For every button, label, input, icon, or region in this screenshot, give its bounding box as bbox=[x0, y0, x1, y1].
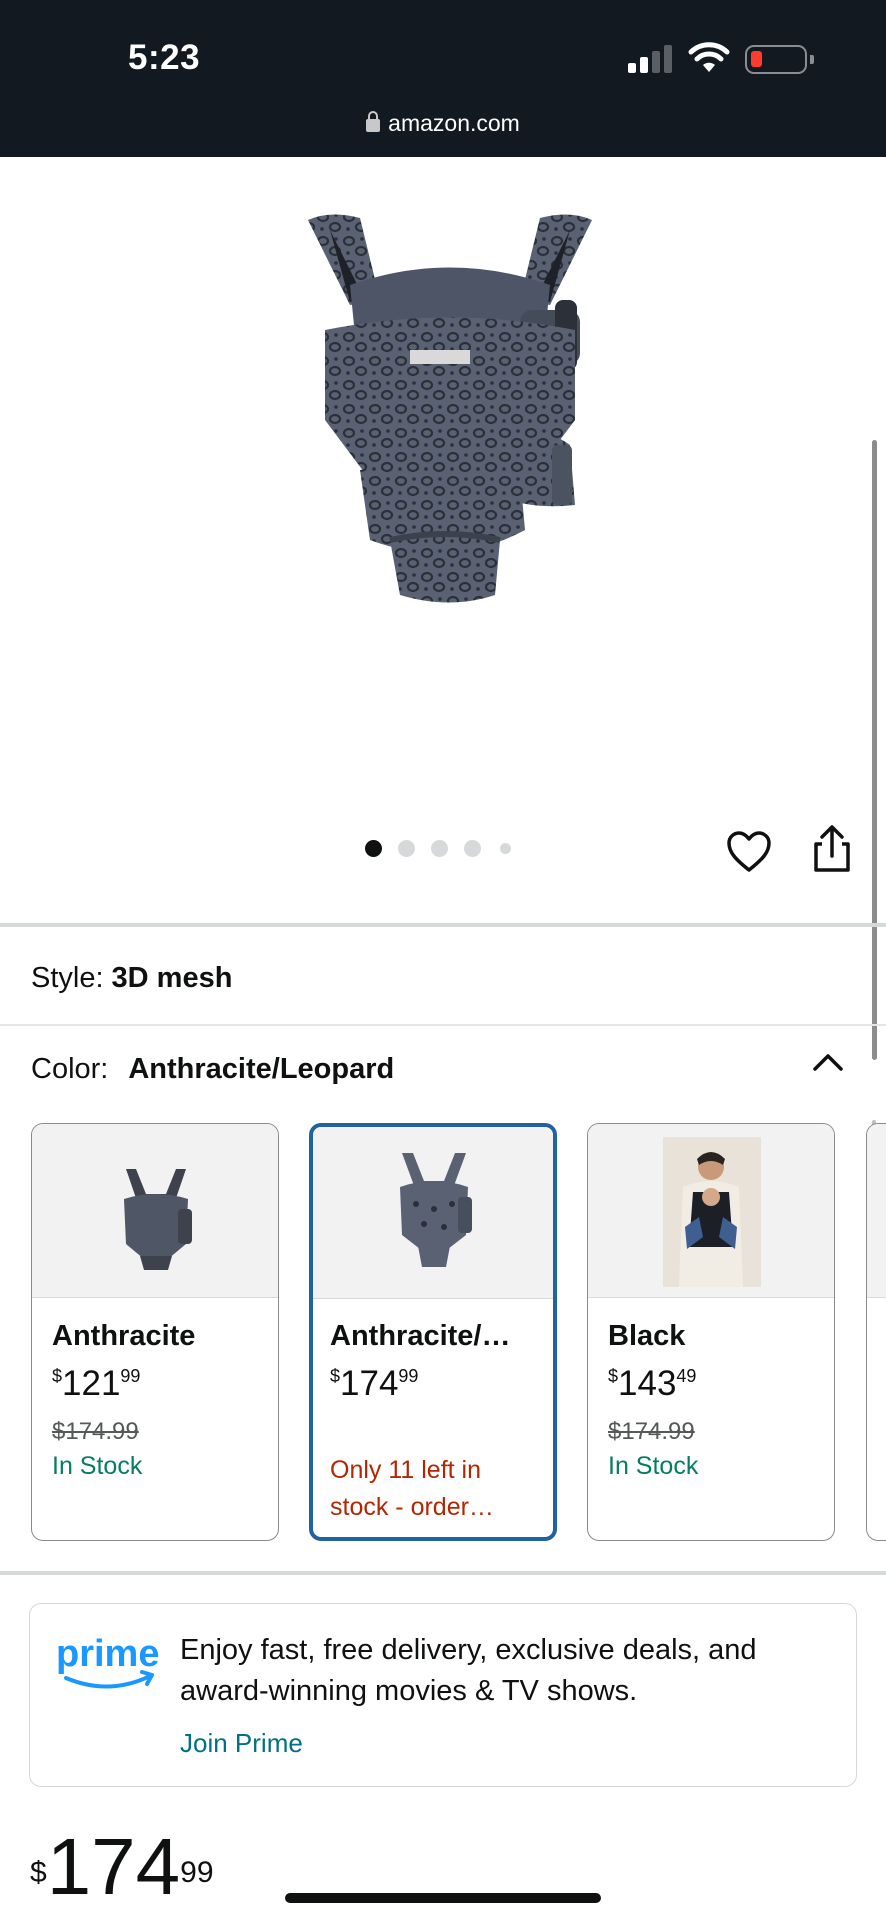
color-swatch-anthracite-leopard[interactable]: Anthracite/… $17499 Only 11 left in stoc… bbox=[309, 1123, 557, 1541]
swatch-availability: In Stock bbox=[52, 1452, 143, 1480]
swatch-image bbox=[32, 1124, 278, 1298]
swatch-availability: Only 11 left in stock - order… bbox=[330, 1456, 494, 1521]
swatch-name: Anthracite bbox=[52, 1320, 196, 1352]
chevron-up-icon[interactable] bbox=[812, 1050, 844, 1074]
carousel-dot[interactable] bbox=[431, 840, 448, 857]
swatch-name: Anthracite/… bbox=[330, 1320, 511, 1352]
carousel-dot[interactable] bbox=[398, 840, 415, 857]
swatch-price: $14349 bbox=[608, 1364, 697, 1403]
status-bar: 5:23 amazon.com bbox=[0, 0, 886, 157]
carousel-dot[interactable] bbox=[365, 840, 382, 857]
prime-logo: prime bbox=[56, 1633, 159, 1689]
style-row[interactable]: Style: 3D mesh bbox=[31, 962, 232, 995]
section-divider bbox=[0, 923, 886, 927]
swatch-image bbox=[313, 1127, 553, 1299]
row-divider bbox=[0, 1024, 886, 1026]
carousel-dot[interactable] bbox=[464, 840, 481, 857]
image-carousel-dots[interactable] bbox=[365, 840, 525, 860]
share-icon[interactable] bbox=[808, 824, 856, 874]
status-time: 5:23 bbox=[128, 38, 201, 77]
section-divider bbox=[0, 1571, 886, 1575]
product-image[interactable] bbox=[290, 210, 610, 730]
carousel-dot[interactable] bbox=[500, 843, 511, 854]
home-indicator[interactable] bbox=[285, 1893, 601, 1903]
prime-message: Enjoy fast, free delivery, exclusive dea… bbox=[180, 1634, 757, 1707]
swatch-list-price: $174.99 bbox=[608, 1418, 695, 1445]
prime-promo: prime Enjoy fast, free delivery, exclusi… bbox=[29, 1603, 857, 1787]
swatch-list-price: $174.99 bbox=[52, 1418, 139, 1445]
address-bar[interactable]: amazon.com bbox=[0, 110, 886, 137]
style-label: Style: bbox=[31, 962, 104, 994]
svg-text:prime: prime bbox=[56, 1633, 159, 1675]
scrollbar[interactable] bbox=[872, 440, 877, 1060]
battery-icon bbox=[745, 45, 814, 74]
swatch-price: $12199 bbox=[52, 1364, 141, 1403]
product-price: $17499 bbox=[30, 1822, 214, 1911]
style-value: 3D mesh bbox=[111, 962, 233, 994]
cellular-signal-icon bbox=[628, 45, 674, 73]
lock-icon bbox=[366, 111, 381, 132]
color-label: Color: bbox=[31, 1053, 109, 1085]
swatch-name: Black bbox=[608, 1320, 686, 1352]
color-swatch-anthracite[interactable]: Anthracite $12199 $174.99 In Stock bbox=[31, 1123, 279, 1541]
url-text: amazon.com bbox=[388, 110, 520, 136]
swatch-image bbox=[588, 1124, 834, 1298]
color-row[interactable]: Color: Anthracite/Leopard bbox=[31, 1053, 394, 1086]
join-prime-link[interactable]: Join Prime bbox=[180, 1728, 303, 1759]
swatch-image bbox=[867, 1124, 886, 1298]
color-swatch-black[interactable]: Black $14349 $174.99 In Stock bbox=[587, 1123, 835, 1541]
swatch-price: $17499 bbox=[330, 1364, 419, 1403]
color-swatch-next[interactable] bbox=[866, 1123, 886, 1541]
wifi-icon bbox=[688, 42, 730, 72]
swatch-availability: In Stock bbox=[608, 1452, 699, 1480]
color-value: Anthracite/Leopard bbox=[128, 1053, 395, 1085]
heart-icon[interactable] bbox=[725, 828, 773, 876]
